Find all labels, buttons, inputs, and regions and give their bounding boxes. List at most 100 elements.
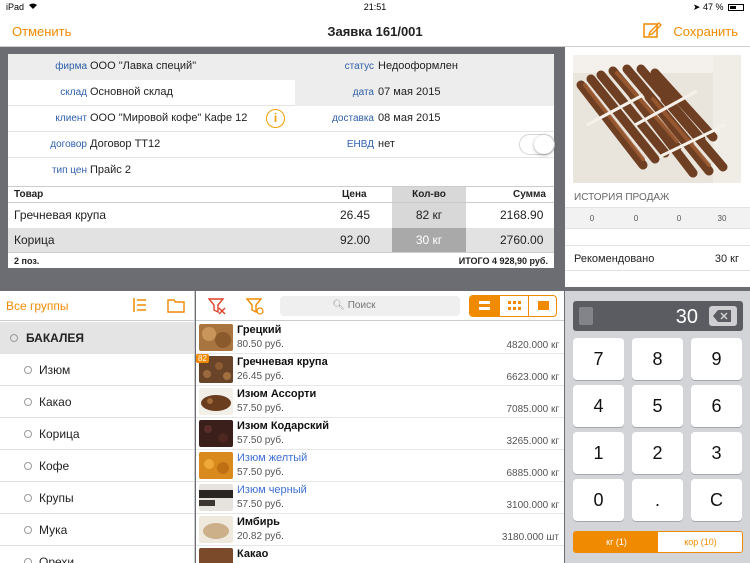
key-2[interactable]: 2 bbox=[632, 432, 683, 474]
product-price: 57.50 руб. bbox=[237, 499, 284, 510]
all-groups-button[interactable]: Все группы bbox=[6, 299, 69, 313]
form-row-price-type: тип цен Прайс 2 bbox=[8, 158, 554, 184]
radio-icon bbox=[10, 334, 18, 342]
date-label: дата bbox=[352, 87, 374, 98]
row-qty[interactable]: 82 кг bbox=[392, 203, 466, 228]
tree-list-icon[interactable] bbox=[133, 298, 147, 312]
delivery-field[interactable]: доставка 08 мая 2015 bbox=[295, 106, 554, 132]
envd-label: ЕНВД bbox=[346, 139, 374, 150]
key-decimal[interactable]: . bbox=[632, 479, 683, 521]
filter-clear-icon[interactable] bbox=[207, 297, 226, 315]
product-name: Изюм Ассорти bbox=[237, 388, 317, 400]
search-icon: 🔍︎ bbox=[332, 300, 345, 311]
product-stock: 3180.000 шт bbox=[501, 532, 559, 543]
key-3[interactable]: 3 bbox=[691, 432, 742, 474]
calculator-icon[interactable] bbox=[579, 307, 593, 325]
form-row-client: клиент ООО "Мировой кофе" Кафе 12 i дост… bbox=[8, 106, 554, 132]
product-item[interactable]: Изюм Ассорти 57.50 руб. 7085.000 кг bbox=[196, 386, 564, 418]
key-5[interactable]: 5 bbox=[632, 385, 683, 427]
page-title: Заявка 161/001 bbox=[327, 24, 423, 39]
col-qty: Кол-во bbox=[392, 187, 466, 202]
contract-field[interactable]: договор Договор ТТ12 bbox=[8, 132, 295, 158]
group-item-bakaleya[interactable]: БАКАЛЕЯ bbox=[0, 322, 194, 354]
envd-toggle[interactable] bbox=[519, 134, 555, 155]
envd-value: нет bbox=[378, 138, 395, 150]
product-stock: 6885.000 кг bbox=[506, 468, 559, 479]
key-9[interactable]: 9 bbox=[691, 338, 742, 380]
product-item[interactable]: 82 Гречневая крупа 26.45 руб. 6623.000 к… bbox=[196, 354, 564, 386]
positions-count: 2 поз. bbox=[14, 256, 40, 266]
product-thumbnail bbox=[199, 388, 233, 415]
group-item[interactable]: Изюм bbox=[0, 354, 194, 386]
table-row[interactable]: Гречневая крупа 26.45 82 кг 2168.90 bbox=[8, 203, 554, 228]
cancel-button[interactable]: Отменить bbox=[12, 24, 71, 39]
row-qty[interactable]: 30 кг bbox=[392, 228, 466, 253]
key-1[interactable]: 1 bbox=[573, 432, 624, 474]
price-type-field[interactable]: тип цен Прайс 2 bbox=[8, 158, 295, 184]
product-photo bbox=[573, 55, 741, 183]
tile-view-icon[interactable] bbox=[528, 296, 556, 316]
group-item[interactable]: Кофе bbox=[0, 450, 194, 482]
col-product: Товар bbox=[14, 189, 44, 200]
key-8[interactable]: 8 bbox=[632, 338, 683, 380]
product-name: Грецкий bbox=[237, 324, 282, 336]
group-item[interactable]: Какао bbox=[0, 386, 194, 418]
product-item[interactable]: Какао bbox=[196, 546, 564, 563]
delivery-label: доставка bbox=[332, 113, 374, 124]
contract-label: договор bbox=[50, 139, 87, 150]
table-row[interactable]: Корица 92.00 30 кг 2760.00 bbox=[8, 228, 554, 253]
price-type-label: тип цен bbox=[51, 165, 87, 176]
list-view-icon[interactable] bbox=[470, 296, 499, 316]
info-icon[interactable]: i bbox=[266, 109, 285, 128]
quantity-keypad: 30 7 8 9 4 5 6 1 2 3 0 . C кг (1) кор (1… bbox=[565, 291, 750, 563]
history-value: 0 bbox=[633, 214, 639, 223]
group-item[interactable]: Мука bbox=[0, 514, 194, 546]
product-thumbnail bbox=[199, 452, 233, 479]
groups-header: Все группы bbox=[0, 291, 194, 321]
key-6[interactable]: 6 bbox=[691, 385, 742, 427]
product-name: Какао bbox=[237, 548, 269, 560]
unit-kg-button[interactable]: кг (1) bbox=[574, 532, 659, 552]
unit-box-button[interactable]: кор (10) bbox=[658, 532, 742, 552]
warehouse-value: Основной склад bbox=[90, 86, 173, 98]
product-price: 57.50 руб. bbox=[237, 403, 284, 414]
firm-field[interactable]: фирма ООО "Лавка специй" bbox=[8, 54, 295, 80]
warehouse-label: склад bbox=[60, 87, 87, 98]
compose-icon[interactable] bbox=[642, 20, 662, 40]
warehouse-field[interactable]: склад Основной склад bbox=[8, 80, 295, 106]
save-button[interactable]: Сохранить bbox=[673, 24, 738, 39]
product-item[interactable]: Изюм Кодарский 57.50 руб. 3265.000 кг bbox=[196, 418, 564, 450]
product-item[interactable]: Изюм черный 57.50 руб. 3100.000 кг bbox=[196, 482, 564, 514]
status-label: статус bbox=[344, 61, 374, 72]
product-name: Изюм желтый bbox=[237, 452, 308, 464]
sales-history-row: 0 0 0 30 bbox=[565, 207, 750, 229]
key-0[interactable]: 0 bbox=[573, 479, 624, 521]
product-thumbnail bbox=[199, 484, 233, 511]
grid-view-icon[interactable] bbox=[499, 296, 528, 316]
group-item[interactable]: Крупы bbox=[0, 482, 194, 514]
product-thumbnail bbox=[199, 324, 233, 351]
key-clear[interactable]: C bbox=[691, 479, 742, 521]
envd-field: ЕНВД нет bbox=[295, 132, 555, 158]
product-thumbnail bbox=[199, 420, 233, 447]
search-field[interactable]: 🔍︎ bbox=[280, 296, 460, 316]
col-price: Цена bbox=[342, 189, 367, 200]
key-7[interactable]: 7 bbox=[573, 338, 624, 380]
product-item[interactable]: Грецкий 80.50 руб. 4820.000 кг bbox=[196, 322, 564, 354]
radio-icon bbox=[24, 430, 32, 438]
status-bar: iPad 21:51 ➤ 47 % bbox=[0, 0, 750, 14]
group-item[interactable]: Корица bbox=[0, 418, 194, 450]
group-item[interactable]: Орехи bbox=[0, 546, 194, 563]
backspace-icon[interactable] bbox=[709, 306, 737, 326]
product-name: Гречневая крупа bbox=[237, 356, 328, 368]
date-field[interactable]: дата 07 мая 2015 bbox=[295, 80, 554, 106]
client-field[interactable]: клиент ООО "Мировой кофе" Кафе 12 i bbox=[8, 106, 295, 132]
key-4[interactable]: 4 bbox=[573, 385, 624, 427]
unit-selector: кг (1) кор (10) bbox=[573, 531, 743, 553]
product-item[interactable]: Изюм желтый 57.50 руб. 6885.000 кг bbox=[196, 450, 564, 482]
product-item[interactable]: Имбирь 20.82 руб. 3180.000 шт bbox=[196, 514, 564, 546]
search-input[interactable] bbox=[347, 300, 408, 311]
filter-icon[interactable] bbox=[245, 297, 264, 315]
order-header-form: фирма ООО "Лавка специй" статус Недоофор… bbox=[8, 54, 555, 186]
folder-icon[interactable] bbox=[167, 297, 185, 313]
